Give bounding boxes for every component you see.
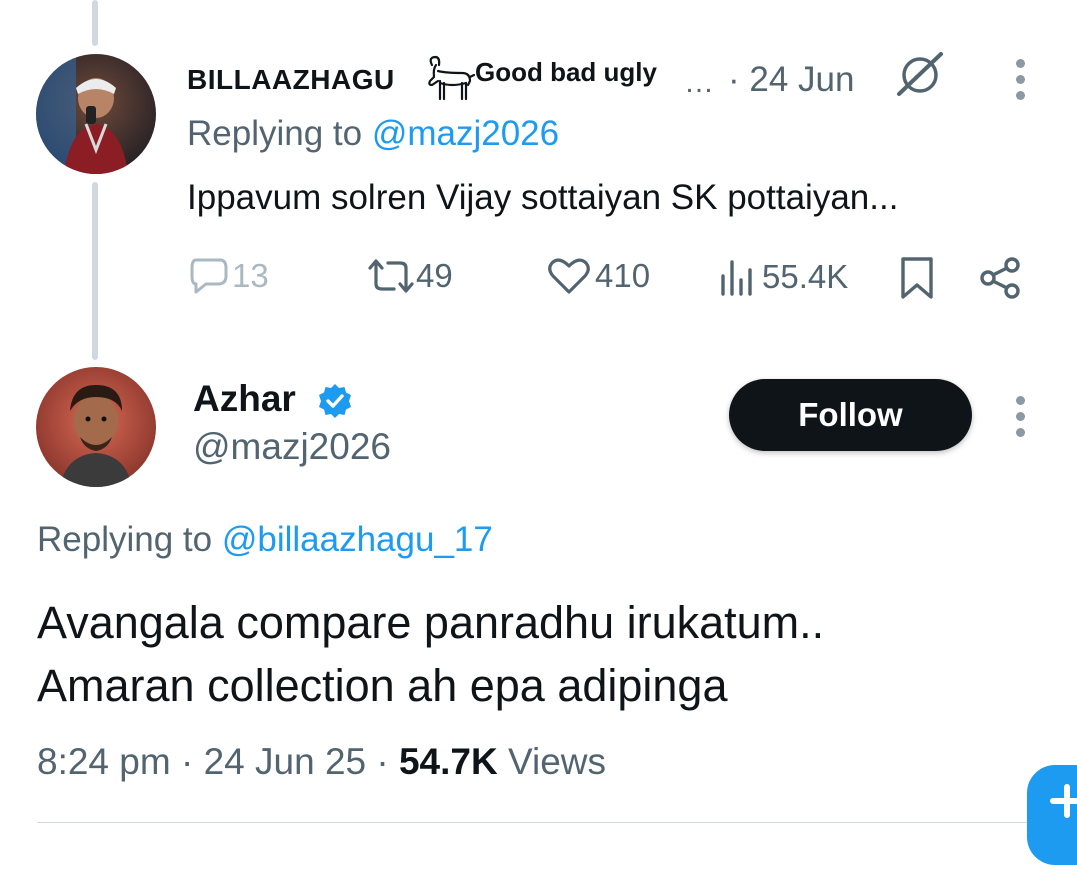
more-vertical-icon[interactable]	[1014, 59, 1026, 100]
main-tweet-text-line-1: Avangala compare panradhu irukatum..	[37, 597, 825, 648]
main-replying-to: Replying to @billaazhagu_17	[37, 520, 493, 560]
tweet-views-label: Views	[497, 741, 607, 782]
replying-to-label: Replying to	[187, 114, 372, 153]
compose-fab-button[interactable]	[1027, 765, 1077, 865]
views-count: 55.4K	[762, 258, 849, 295]
more-vertical-icon[interactable]	[1014, 396, 1026, 437]
repost-count: 49	[416, 257, 453, 294]
reply-name-ellipsis: …	[684, 66, 714, 99]
reply-author-name-suffix: Good bad ugly	[475, 57, 657, 87]
replying-to-handle-link[interactable]: @billaazhagu_17	[222, 520, 493, 559]
views-count-button[interactable]: 55.4K	[718, 256, 848, 298]
reply-date[interactable]: · 24 Jun	[728, 60, 854, 100]
like-count: 410	[595, 257, 651, 294]
plus-icon	[1050, 784, 1077, 818]
replying-to-handle-link[interactable]: @mazj2026	[372, 114, 559, 153]
main-tweet-text-line-2: Amaran collection ah epa adipinga	[37, 660, 728, 711]
main-tweet-meta: 8:24 pm · 24 Jun 25 · 54.7K Views	[37, 741, 606, 783]
speech-bubble-icon	[190, 258, 228, 294]
follow-button[interactable]: Follow	[729, 379, 972, 451]
reply-count: 13	[232, 257, 269, 294]
verified-badge-icon	[316, 382, 354, 425]
reply-count-button[interactable]: 13	[188, 256, 269, 296]
tweet-timestamp[interactable]: 8:24 pm · 24 Jun 25 ·	[37, 741, 399, 782]
reply-tweet-text: Ippavum solren Vijay sottaiyan SK pottai…	[187, 178, 899, 217]
avatar-billaazhagu[interactable]	[36, 54, 156, 174]
grok-slash-icon[interactable]	[893, 48, 949, 103]
divider	[37, 822, 1077, 823]
tweet-views-count: 54.7K	[398, 741, 498, 782]
thread-line-top	[92, 0, 98, 46]
thread-line-connector	[92, 182, 98, 360]
like-count-button[interactable]: 410	[547, 256, 650, 296]
reply-replying-to: Replying to @mazj2026	[187, 114, 559, 154]
repost-arrows-icon	[368, 259, 414, 293]
main-author-handle[interactable]: @mazj2026	[193, 426, 391, 468]
main-author-name[interactable]: Azhar	[193, 378, 296, 420]
heart-icon	[548, 258, 590, 294]
share-icon[interactable]	[978, 255, 1024, 306]
bookmark-icon[interactable]	[899, 255, 935, 306]
bar-chart-icon	[721, 260, 752, 296]
avatar-azhar[interactable]	[36, 367, 156, 487]
repost-count-button[interactable]: 49	[366, 256, 453, 296]
replying-to-label: Replying to	[37, 520, 222, 559]
reply-author-name[interactable]: BILLAAZHAGU	[187, 64, 395, 96]
goat-emoji-icon	[424, 55, 476, 108]
